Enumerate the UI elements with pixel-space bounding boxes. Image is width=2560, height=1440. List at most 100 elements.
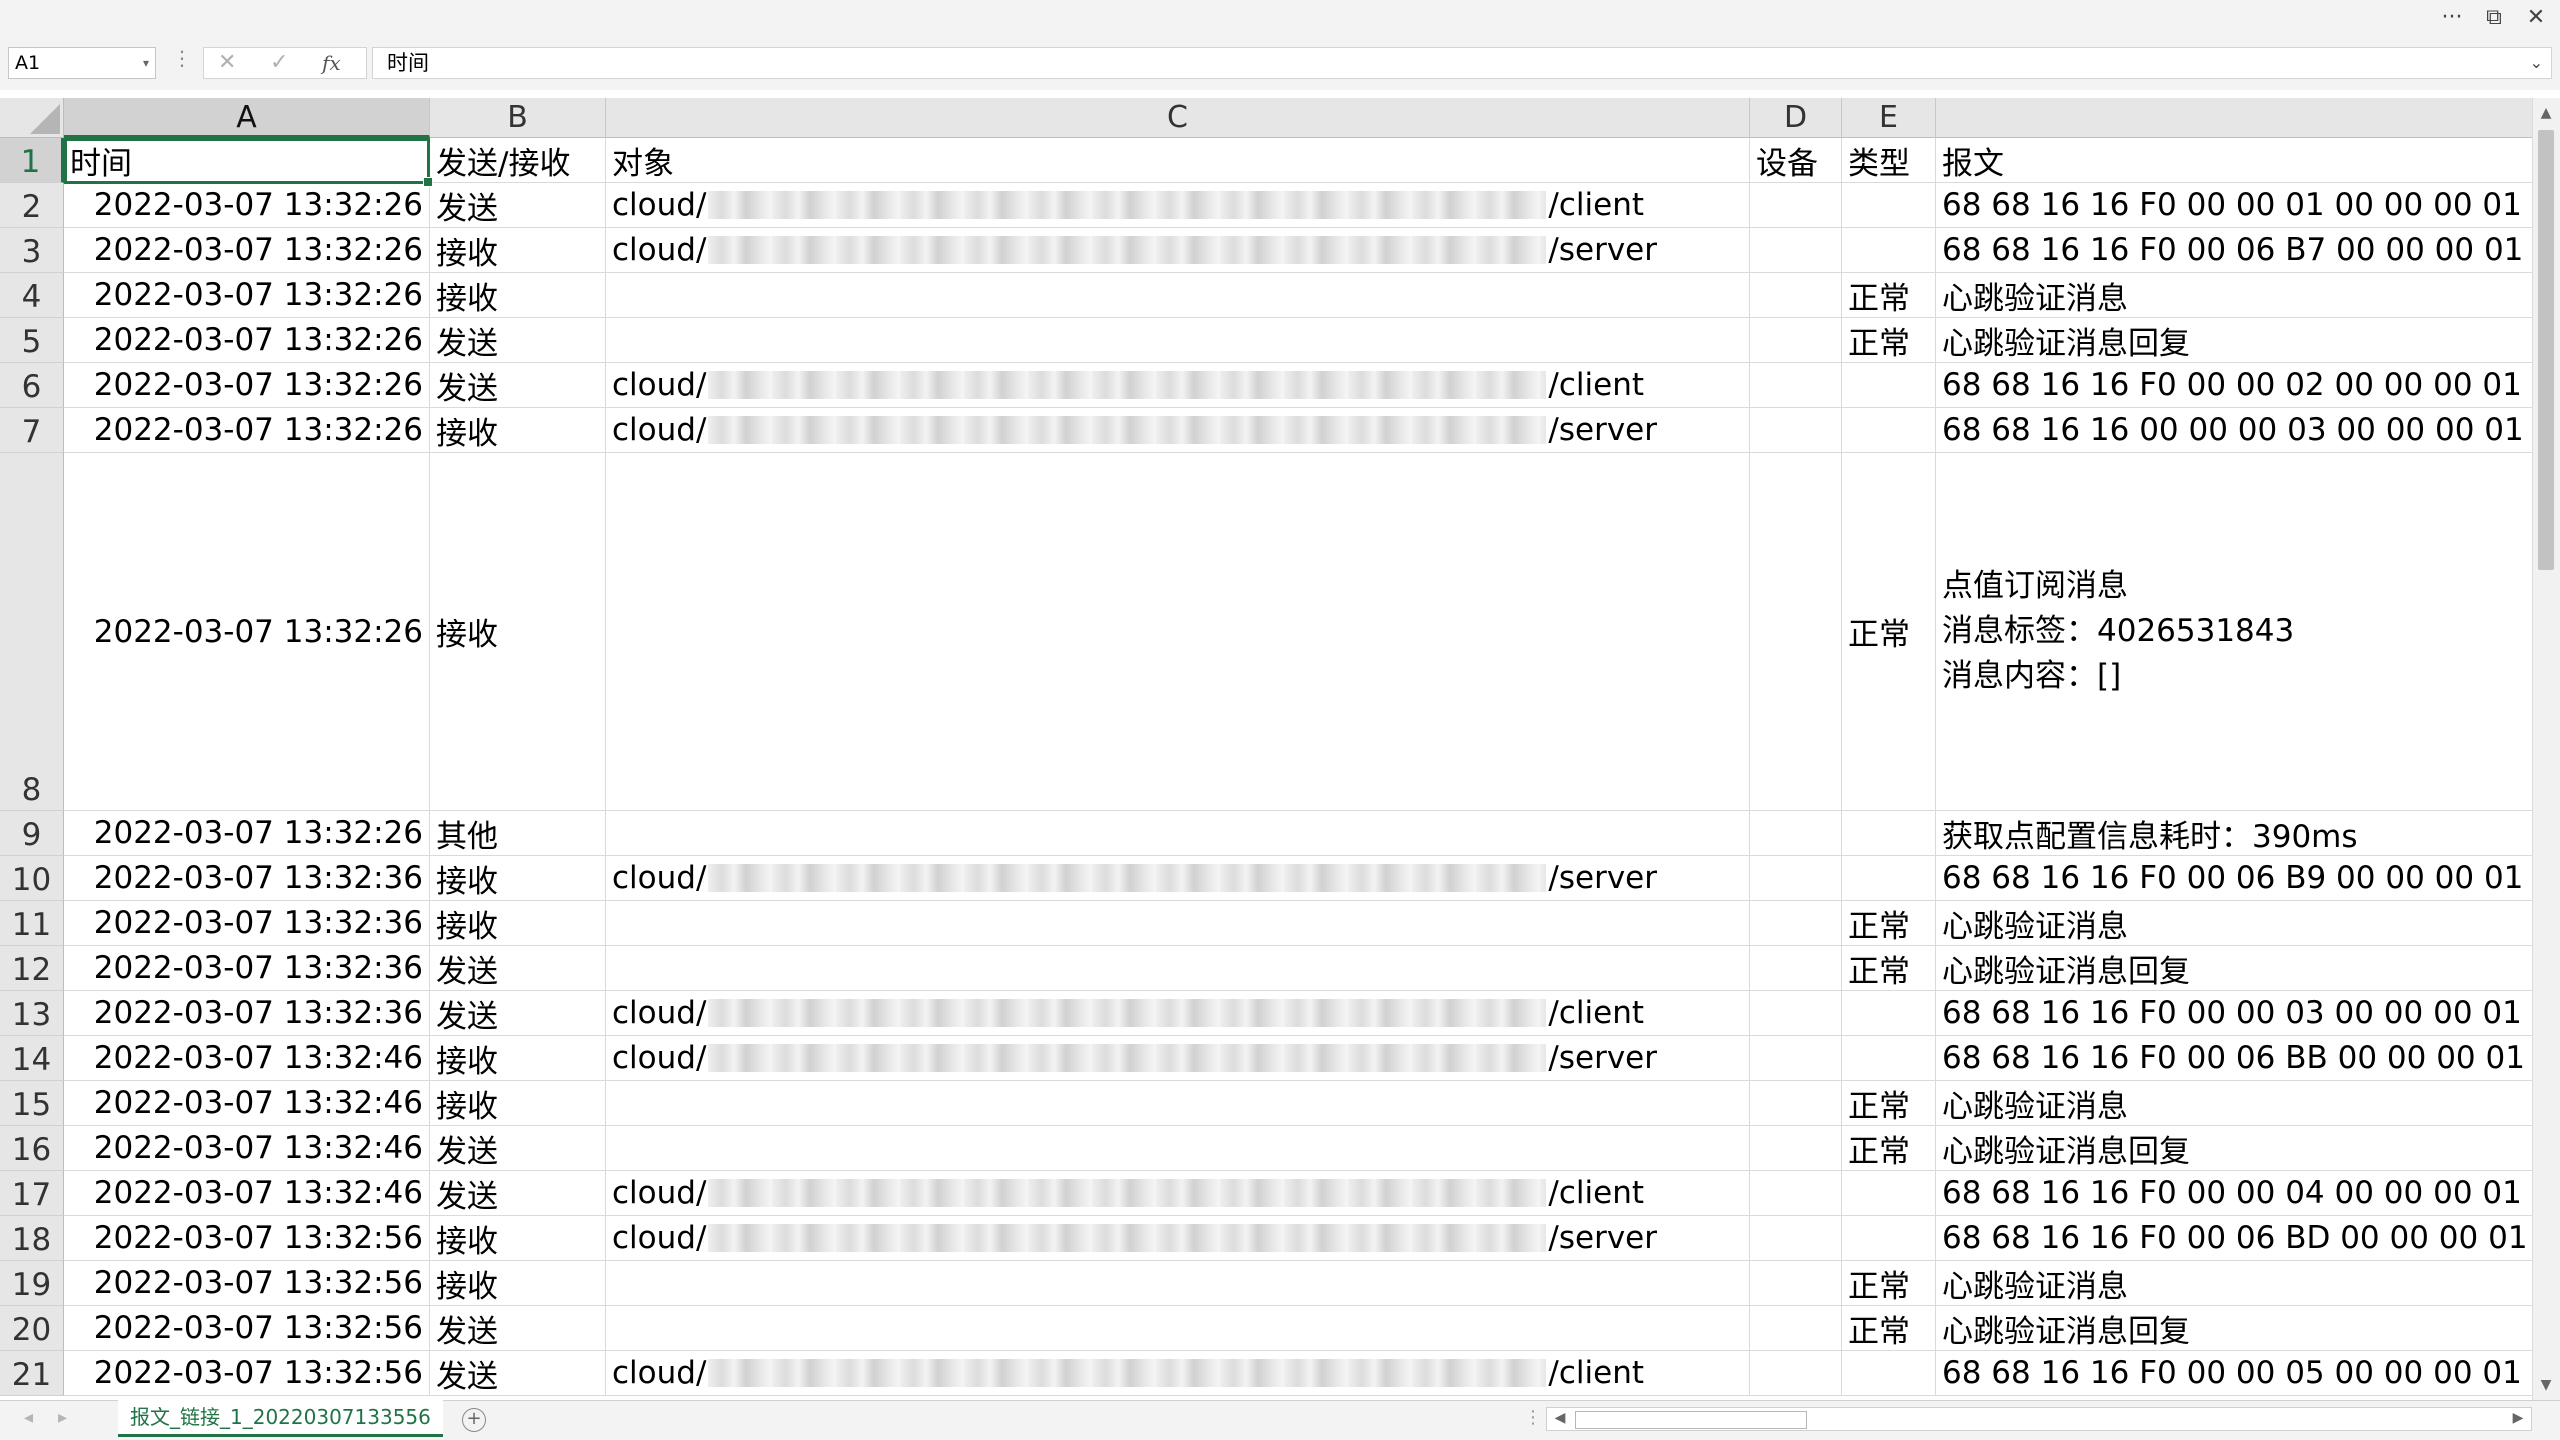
cell-time[interactable]: 2022-03-07 13:32:26 (64, 363, 430, 408)
formula-input[interactable]: 时间 ⌄ (372, 47, 2552, 79)
cell-time[interactable]: 2022-03-07 13:32:36 (64, 991, 430, 1036)
cell-time[interactable]: 2022-03-07 13:32:26 (64, 183, 430, 228)
cell-object[interactable] (606, 453, 1750, 811)
row-header[interactable]: 17 (0, 1171, 64, 1216)
cell-object[interactable]: cloud/ /server (606, 1216, 1750, 1261)
cell-object[interactable]: cloud/ /server (606, 856, 1750, 901)
scroll-up-icon[interactable]: ▲ (2533, 100, 2559, 126)
row-header[interactable]: 14 (0, 1036, 64, 1081)
cell-type[interactable] (1842, 363, 1936, 408)
row-header[interactable]: 16 (0, 1126, 64, 1171)
cell-message[interactable]: 心跳验证消息回复 (1936, 1306, 2532, 1351)
scroll-right-icon[interactable]: ▶ (2505, 1406, 2531, 1430)
cell-message[interactable]: 心跳验证消息回复 (1936, 1126, 2532, 1171)
cell-device[interactable] (1750, 363, 1842, 408)
cell-type[interactable] (1842, 856, 1936, 901)
prev-sheet-icon[interactable]: ◂ (24, 1407, 33, 1428)
row-header[interactable]: 19 (0, 1261, 64, 1306)
cell-direction[interactable]: 接收 (430, 273, 606, 318)
row-header[interactable]: 8 (0, 453, 64, 811)
spreadsheet-grid[interactable]: ABCDE 1 时间 发送/接收 对象 设备 类型 报文 2 2022-03-07 13:32:… (0, 98, 2532, 1400)
row-header[interactable]: 2 (0, 183, 64, 228)
row-header[interactable]: 10 (0, 856, 64, 901)
cell-direction[interactable]: 发送/接收 (430, 138, 606, 183)
cell-device[interactable] (1750, 946, 1842, 991)
cell-device[interactable] (1750, 1171, 1842, 1216)
row-header[interactable]: 3 (0, 228, 64, 273)
restore-window-icon[interactable]: ⧉ (2476, 2, 2512, 32)
cell-object[interactable]: cloud/ /server (606, 1036, 1750, 1081)
row-header[interactable]: 9 (0, 811, 64, 856)
scroll-down-icon[interactable]: ▼ (2533, 1372, 2559, 1398)
cell-type[interactable]: 正常 (1842, 318, 1936, 363)
horizontal-scroll-thumb[interactable] (1575, 1411, 1807, 1429)
cell-time[interactable]: 2022-03-07 13:32:36 (64, 946, 430, 991)
cell-object[interactable] (606, 1126, 1750, 1171)
cell-object[interactable] (606, 946, 1750, 991)
cell-time[interactable]: 2022-03-07 13:32:26 (64, 408, 430, 453)
column-header-f[interactable] (1936, 98, 2532, 138)
cell-direction[interactable]: 接收 (430, 1261, 606, 1306)
cell-time[interactable]: 2022-03-07 13:32:46 (64, 1126, 430, 1171)
cell-time[interactable]: 2022-03-07 13:32:46 (64, 1036, 430, 1081)
column-header-b[interactable]: B (430, 98, 606, 138)
cell-type[interactable] (1842, 228, 1936, 273)
cell-time[interactable]: 2022-03-07 13:32:36 (64, 856, 430, 901)
cell-device[interactable] (1750, 453, 1842, 811)
cell-device[interactable] (1750, 1216, 1842, 1261)
cell-type[interactable] (1842, 991, 1936, 1036)
row-header[interactable]: 12 (0, 946, 64, 991)
more-options-icon[interactable]: ··· (2434, 2, 2470, 32)
cell-message[interactable]: 68 68 16 16 F0 00 00 01 00 00 00 01 00 (1936, 183, 2532, 228)
formula-bar-splitter-icon[interactable]: ⋮ (172, 46, 192, 70)
row-header[interactable]: 4 (0, 273, 64, 318)
row-header[interactable]: 1 (0, 138, 64, 183)
cell-type[interactable]: 正常 (1842, 901, 1936, 946)
cell-object[interactable] (606, 1081, 1750, 1126)
name-box[interactable]: A1 ▾ (8, 47, 156, 79)
row-header[interactable]: 7 (0, 408, 64, 453)
cell-object[interactable]: cloud/ /client (606, 1171, 1750, 1216)
cell-object[interactable]: 对象 (606, 138, 1750, 183)
cell-object[interactable]: cloud/ /client (606, 1351, 1750, 1396)
cell-object[interactable]: cloud/ /client (606, 183, 1750, 228)
cell-direction[interactable]: 发送 (430, 1171, 606, 1216)
column-header-d[interactable]: D (1750, 98, 1842, 138)
cell-type[interactable] (1842, 183, 1936, 228)
column-header-e[interactable]: E (1842, 98, 1936, 138)
row-header[interactable]: 18 (0, 1216, 64, 1261)
cell-device[interactable] (1750, 856, 1842, 901)
cell-object[interactable]: cloud/ /client (606, 363, 1750, 408)
cell-time[interactable]: 2022-03-07 13:32:26 (64, 273, 430, 318)
cell-message[interactable]: 68 68 16 16 F0 00 00 02 00 00 00 01 00 (1936, 363, 2532, 408)
horizontal-scrollbar[interactable]: ◀ ▶ (1546, 1407, 2532, 1431)
cell-device[interactable] (1750, 991, 1842, 1036)
close-window-icon[interactable]: ✕ (2518, 2, 2554, 32)
cell-direction[interactable]: 接收 (430, 901, 606, 946)
cell-device[interactable] (1750, 1081, 1842, 1126)
cell-type[interactable]: 正常 (1842, 1261, 1936, 1306)
cell-device[interactable] (1750, 1036, 1842, 1081)
vertical-scroll-thumb[interactable] (2538, 130, 2554, 570)
cell-message[interactable]: 心跳验证消息 (1936, 1261, 2532, 1306)
cell-device[interactable] (1750, 318, 1842, 363)
cell-direction[interactable]: 发送 (430, 1351, 606, 1396)
cell-message[interactable]: 68 68 16 16 F0 00 00 03 00 00 00 01 00 (1936, 991, 2532, 1036)
row-header[interactable]: 5 (0, 318, 64, 363)
cell-device[interactable] (1750, 408, 1842, 453)
cell-device[interactable] (1750, 1126, 1842, 1171)
cell-time[interactable]: 2022-03-07 13:32:26 (64, 318, 430, 363)
vertical-scrollbar[interactable]: ▲ ▼ (2532, 98, 2560, 1400)
cell-message[interactable]: 心跳验证消息 (1936, 1081, 2532, 1126)
chevron-down-icon[interactable]: ▾ (143, 48, 149, 78)
cell-type[interactable] (1842, 1036, 1936, 1081)
cell-message[interactable]: 心跳验证消息回复 (1936, 946, 2532, 991)
cell-type[interactable]: 正常 (1842, 1081, 1936, 1126)
cell-object[interactable]: cloud/ /server (606, 408, 1750, 453)
row-header[interactable]: 11 (0, 901, 64, 946)
cell-message[interactable]: 获取点配置信息耗时：390ms (1936, 811, 2532, 856)
add-sheet-icon[interactable]: + (462, 1408, 486, 1432)
cell-object[interactable] (606, 1261, 1750, 1306)
cell-direction[interactable]: 接收 (430, 1216, 606, 1261)
cell-direction[interactable]: 发送 (430, 363, 606, 408)
